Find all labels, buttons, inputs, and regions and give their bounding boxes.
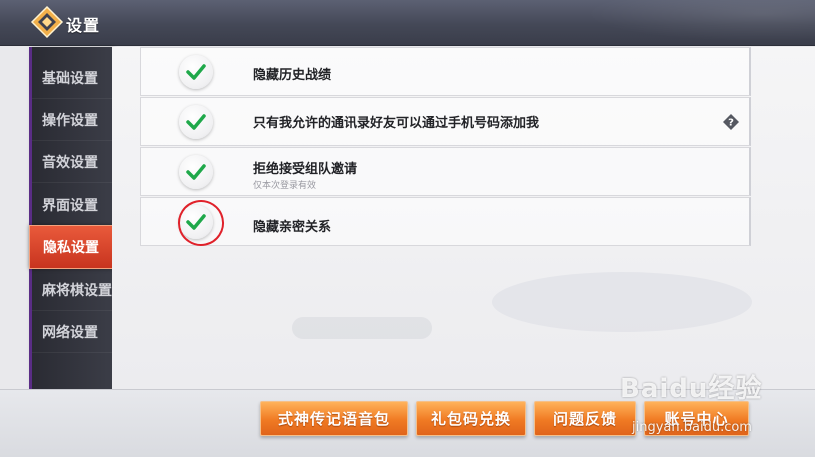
question-diamond-icon[interactable]: ?: [723, 114, 739, 130]
checkmark-icon: [186, 164, 206, 180]
privacy-option-row[interactable]: 隐藏亲密关系: [140, 197, 751, 246]
svg-text:?: ?: [728, 118, 734, 129]
checkbox[interactable]: [179, 55, 213, 89]
option-label: 隐藏亲密关系: [253, 220, 332, 235]
sidebar-item-privacy[interactable]: 隐私设置: [29, 225, 115, 269]
page-title: 设置: [66, 16, 101, 35]
sidebar-item-interface[interactable]: 界面设置: [32, 184, 112, 226]
checkmark-icon: [186, 64, 206, 80]
feedback-button[interactable]: 问题反馈: [534, 401, 636, 436]
sidebar-item-basic[interactable]: 基础设置: [32, 57, 112, 99]
privacy-option-row[interactable]: 只有我允许的通讯录好友可以通过手机号码添加我 ?: [140, 97, 751, 146]
checkbox[interactable]: [179, 155, 213, 189]
privacy-option-row[interactable]: 拒绝接受组队邀请 仅本次登录有效: [140, 147, 751, 196]
watermark-logo: Baidu经验: [620, 374, 763, 404]
checkmark-icon: [186, 114, 206, 130]
sidebar-item-audio[interactable]: 音效设置: [32, 141, 112, 183]
sidebar-item-network[interactable]: 网络设置: [32, 311, 112, 353]
option-label: 拒绝接受组队邀请: [253, 162, 358, 177]
option-label: 只有我允许的通讯录好友可以通过手机号码添加我: [253, 116, 540, 131]
watermark-url: jingyan.baidu.com: [632, 420, 752, 435]
option-sublabel: 仅本次登录有效: [253, 181, 317, 191]
diamond-logo-icon[interactable]: [30, 5, 64, 39]
option-label: 隐藏历史战绩: [253, 68, 332, 83]
header-decoration: [555, 0, 815, 46]
checkbox[interactable]: [179, 105, 213, 139]
sidebar-item-mahjong[interactable]: 麻将棋设置: [32, 269, 112, 311]
privacy-option-row[interactable]: 隐藏历史战绩: [140, 47, 751, 96]
voice-pack-button[interactable]: 式神传记语音包: [260, 401, 408, 436]
settings-sidebar: 基础设置 操作设置 音效设置 界面设置 隐私设置 麻将棋设置 网络设置: [29, 47, 115, 389]
gift-code-button[interactable]: 礼包码兑换: [416, 401, 526, 436]
top-bar: 设置: [0, 0, 815, 46]
background-cloud: [292, 317, 432, 339]
sidebar-item-controls[interactable]: 操作设置: [32, 99, 112, 141]
background-emblem: [492, 272, 752, 332]
